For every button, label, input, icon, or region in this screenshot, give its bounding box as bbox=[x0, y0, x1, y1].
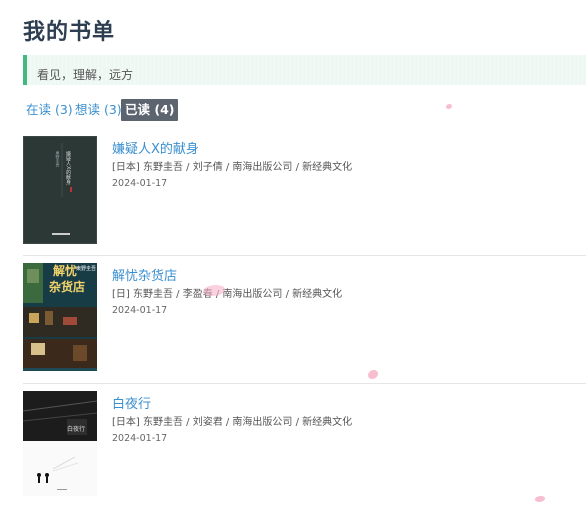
book-cover[interactable]: 解忧 杂货店 東野圭吾 bbox=[23, 263, 97, 371]
divider bbox=[23, 383, 586, 384]
svg-text:解忧: 解忧 bbox=[53, 263, 77, 278]
svg-text:杂货店: 杂货店 bbox=[49, 279, 85, 294]
book-title[interactable]: 白夜行 bbox=[112, 393, 151, 412]
tab-want-to-read[interactable]: 想读 (3) bbox=[75, 99, 122, 121]
svg-text:嫌疑人X的献身: 嫌疑人X的献身 bbox=[65, 150, 71, 185]
motto-blockquote: 看见，理解，远方 bbox=[23, 55, 586, 85]
cover-art-icon: 嫌疑人X的献身 東野圭吾 bbox=[24, 137, 96, 243]
book-date: 2024-01-17 bbox=[112, 305, 168, 316]
book-cover[interactable]: 白夜行 bbox=[23, 391, 97, 496]
cover-art-icon: 白夜行 bbox=[23, 391, 97, 496]
tab-read[interactable]: 已读 (4) bbox=[121, 99, 179, 121]
svg-text:東野圭吾: 東野圭吾 bbox=[76, 265, 96, 272]
book-item: 嫌疑人X的献身 東野圭吾 嫌疑人X的献身 [日本] 东野圭吾 / 刘子倩 / 南… bbox=[23, 136, 586, 246]
book-item: 白夜行 白夜行 [日本] 东野圭吾 / 刘姿君 / 南海出版公司 / 新经典文化… bbox=[23, 391, 586, 501]
book-cover[interactable]: 嫌疑人X的献身 東野圭吾 bbox=[23, 136, 97, 244]
book-meta: [日本] 东野圭吾 / 刘姿君 / 南海出版公司 / 新经典文化 bbox=[112, 417, 353, 428]
book-date: 2024-01-17 bbox=[112, 178, 168, 189]
tab-reading[interactable]: 在读 (3) bbox=[26, 99, 73, 121]
petal-decoration bbox=[535, 496, 545, 502]
book-item: 解忧 杂货店 東野圭吾 解忧杂货店 [日] 东野圭吾 / 李盈春 / 南海出版公… bbox=[23, 263, 586, 373]
svg-text:東野圭吾: 東野圭吾 bbox=[56, 150, 61, 168]
petal-decoration bbox=[446, 104, 452, 109]
book-title[interactable]: 嫌疑人X的献身 bbox=[112, 138, 199, 157]
page-title: 我的书单 bbox=[23, 20, 116, 45]
book-meta: [日本] 东野圭吾 / 刘子倩 / 南海出版公司 / 新经典文化 bbox=[112, 162, 353, 173]
petal-decoration bbox=[368, 370, 378, 379]
divider bbox=[23, 255, 586, 256]
book-meta: [日] 东野圭吾 / 李盈春 / 南海出版公司 / 新经典文化 bbox=[112, 289, 343, 300]
book-title[interactable]: 解忧杂货店 bbox=[112, 265, 177, 284]
book-date: 2024-01-17 bbox=[112, 433, 168, 444]
motto-text: 看见，理解，远方 bbox=[37, 68, 134, 82]
cover-art-icon: 解忧 杂货店 東野圭吾 bbox=[23, 263, 97, 368]
svg-text:白夜行: 白夜行 bbox=[67, 425, 85, 433]
